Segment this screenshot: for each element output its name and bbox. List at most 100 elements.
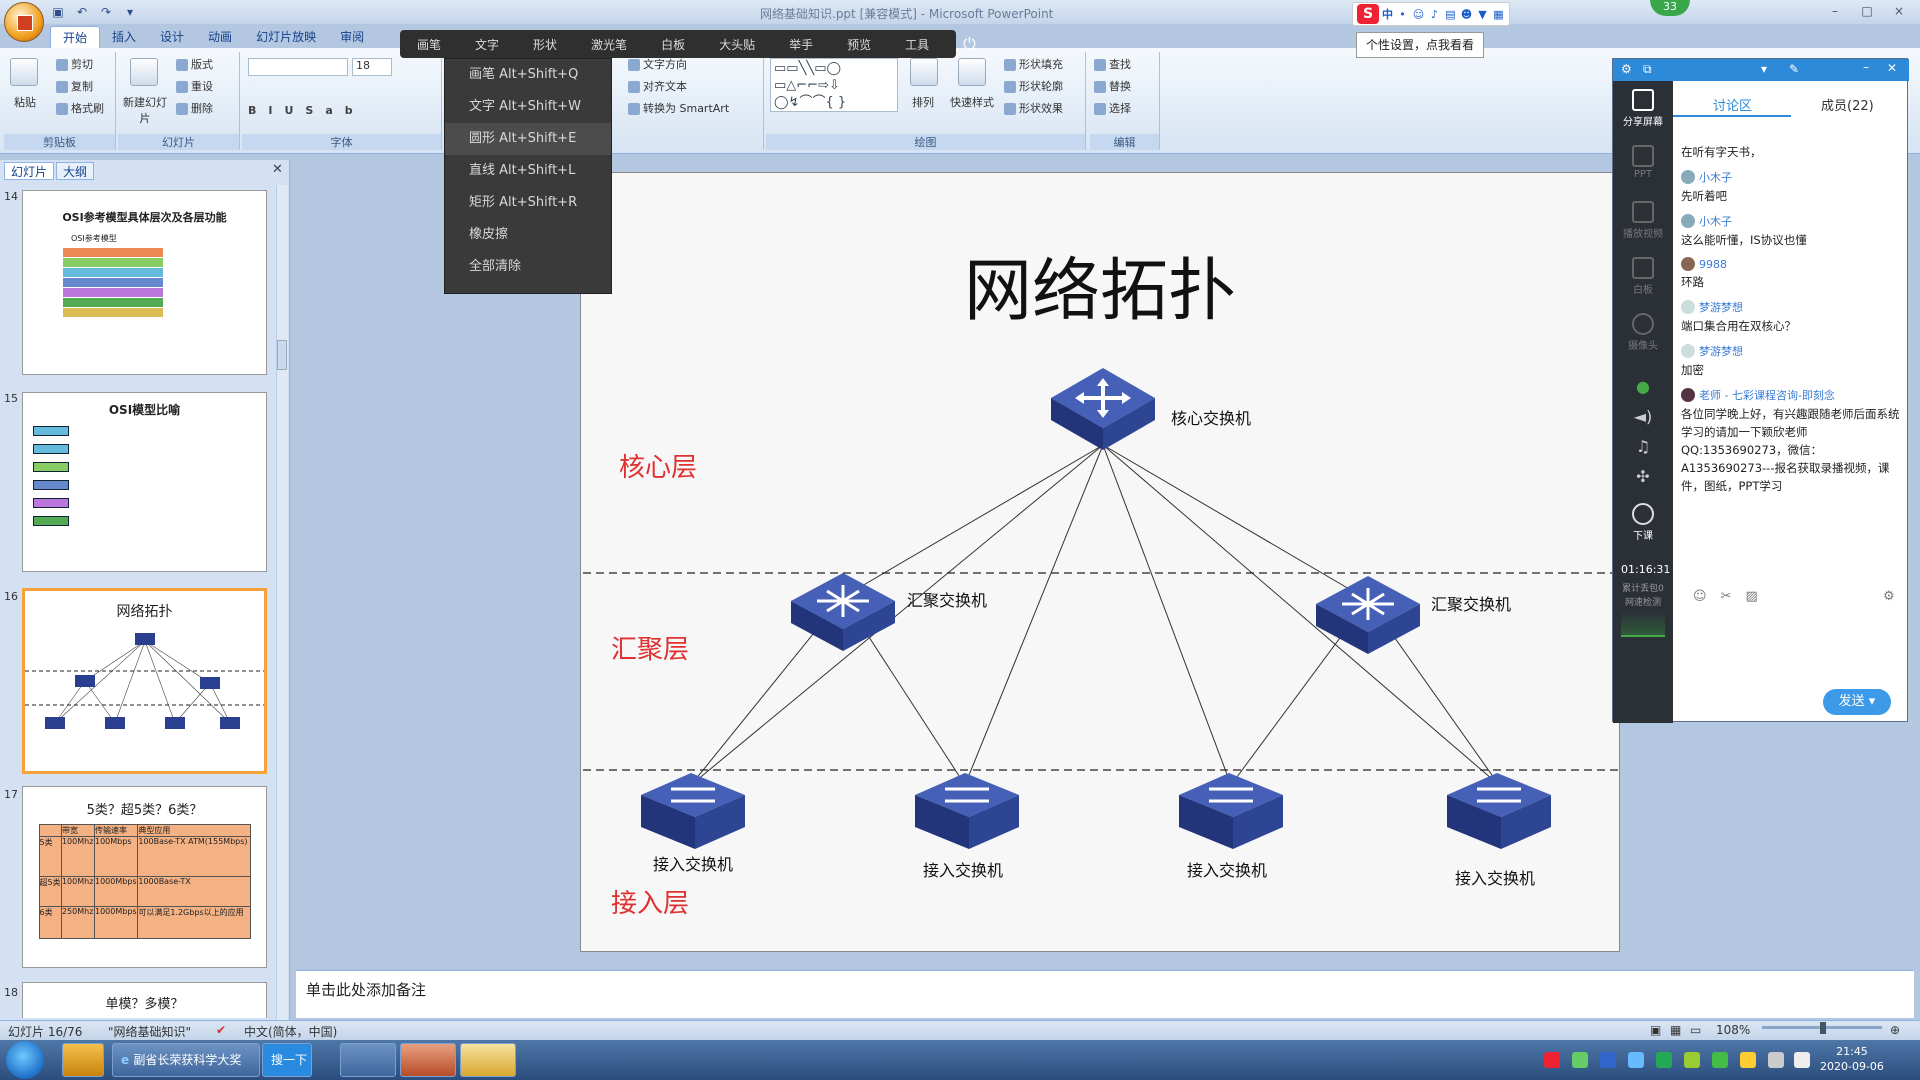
user-icon[interactable]: ☻ [1460,8,1473,21]
tray-icon[interactable] [1740,1052,1756,1068]
panel-pin-icon[interactable]: ✎ [1789,62,1799,76]
layer-label-access[interactable]: 接入层 [611,883,689,920]
spellcheck-icon[interactable]: ✔ [216,1023,226,1037]
mic-icon[interactable]: ● [1621,377,1665,396]
scissors-icon[interactable]: ✂ [1721,589,1732,604]
voice-icon[interactable]: ♪ [1428,8,1441,21]
smartart-button[interactable]: 转换为 SmartArt [628,100,729,116]
layer-label-core[interactable]: 核心层 [619,447,697,484]
sogou-tray-icon[interactable] [1544,1052,1560,1068]
slide-thumb-14[interactable]: OSI参考模型具体层次及各层功能 OSI参考模型 [22,190,267,375]
delete-button[interactable]: 删除 [176,100,213,116]
toolbox-icon[interactable]: ▦ [1492,8,1505,21]
tab-animations[interactable]: 动画 [196,26,244,48]
text-direction-button[interactable]: 文字方向 [628,56,687,72]
ann-text[interactable]: 文字 [458,36,516,53]
new-slide-icon[interactable] [130,58,158,86]
slideshow-view-icon[interactable]: ▭ [1690,1023,1701,1037]
ann-pen[interactable]: 画笔 [400,36,458,53]
save-icon[interactable]: ▣ [50,4,66,20]
punctuation-icon[interactable]: • [1396,8,1409,21]
panel-close-icon[interactable]: ✕ [1887,61,1897,75]
notes-placeholder[interactable]: 单击此处添加备注 [306,979,426,1000]
thumb-scrollbar[interactable] [276,185,288,1020]
thumb-scrollbar-thumb[interactable] [277,340,287,370]
paste-icon[interactable] [10,58,38,86]
chat-message-user[interactable]: 梦游梦想 [1681,343,1903,359]
chat-message-user[interactable]: 梦游梦想 [1681,299,1903,315]
tray-icon[interactable] [1600,1052,1616,1068]
sogou-logo-icon[interactable]: S [1357,4,1379,24]
chat-message-user[interactable]: 小木子 [1681,169,1903,185]
shape-outline-button[interactable]: 形状轮廓 [1004,78,1063,94]
core-switch-icon[interactable] [1051,368,1155,450]
access-switch-label[interactable]: 接入交换机 [923,857,1003,881]
ann-whiteboard[interactable]: 白板 [644,36,702,53]
layout-button[interactable]: 版式 [176,56,213,72]
slide-thumb-17[interactable]: 5类？超5类？6类？ 带宽 传输速率 典型应用 5类 100Mhz 100Mbps 100… [22,786,267,968]
customize-qat-icon[interactable]: ▾ [122,4,138,20]
ime-mode[interactable]: 中 [1382,8,1393,21]
select-button[interactable]: 选择 [1094,100,1131,116]
send-button[interactable]: 发送 ▾ [1823,689,1891,715]
aggregation-switch-label[interactable]: 汇聚交换机 [907,587,987,611]
align-text-button[interactable]: 对齐文本 [628,78,687,94]
tray-icon[interactable] [1656,1052,1672,1068]
ann-sticker[interactable]: 大头贴 [702,36,772,53]
aggregation-switch-label[interactable]: 汇聚交换机 [1431,591,1511,615]
tray-icon[interactable] [1712,1052,1728,1068]
format-painter-button[interactable]: 格式刷 [56,100,104,116]
menu-rect[interactable]: 矩形 Alt+Shift+R [445,187,611,219]
menu-clear-all[interactable]: 全部清除 [445,251,611,283]
font-name-input[interactable] [248,58,348,76]
menu-pen[interactable]: 画笔 Alt+Shift+Q [445,59,611,91]
quick-styles-button[interactable]: 快速样式 [950,94,994,110]
tray-icon[interactable] [1684,1052,1700,1068]
access-switch-label[interactable]: 接入交换机 [653,851,733,875]
aggregation-switch-icon[interactable] [791,573,895,651]
keyboard-icon[interactable]: ▤ [1444,8,1457,21]
ann-laser[interactable]: 激光笔 [574,36,644,53]
shapes-gallery[interactable]: ▭▭╲╲▭◯ ▭△⌐⌐⇨⇩ ◯↯⌒⌒{ } [770,58,898,112]
personalize-tooltip[interactable]: 个性设置，点我看看 [1356,32,1484,58]
emoji-icon[interactable]: ☺ [1693,589,1707,604]
minimize-button[interactable]: – [1820,2,1850,20]
notes-pane[interactable]: 单击此处添加备注 [296,970,1914,1018]
taskbar-powerpoint[interactable] [400,1043,456,1077]
access-switch-icon[interactable] [641,773,745,849]
fullscreen-icon[interactable]: ✣ [1621,467,1665,486]
taskbar-app-icon[interactable] [62,1043,104,1077]
access-switch-icon[interactable] [1179,773,1283,849]
ppt-button[interactable]: PPT [1621,145,1665,180]
taskbar-media-player[interactable] [340,1043,396,1077]
speaker-icon[interactable]: ◄) [1621,407,1665,426]
tray-icon[interactable] [1572,1052,1588,1068]
arrange-icon[interactable] [910,58,938,86]
panel-dropdown-icon[interactable]: ▾ [1761,62,1767,76]
ann-tools[interactable]: 工具 [888,36,946,53]
skin-icon[interactable]: ▼ [1476,8,1489,21]
taskbar-explorer[interactable] [460,1043,516,1077]
fit-window-icon[interactable]: ⊕ [1890,1023,1900,1037]
tab-design[interactable]: 设计 [148,26,196,48]
play-video-button[interactable]: 播放视频 [1621,201,1665,240]
ann-shape[interactable]: 形状 [516,36,574,53]
panel-settings-icon[interactable]: ⚙ [1621,62,1632,76]
network-check[interactable]: 网速检测 [1621,595,1665,608]
tab-slideshow[interactable]: 幻灯片放映 [244,26,328,48]
tab-slides[interactable]: 幻灯片 [4,162,55,180]
image-icon[interactable]: ▨ [1745,589,1757,604]
menu-text[interactable]: 文字 Alt+Shift+W [445,91,611,123]
copy-button[interactable]: 复制 [56,78,93,94]
slide-thumb-18[interactable]: 单模？多模？ [22,982,267,1018]
ann-preview[interactable]: 预览 [830,36,888,53]
font-format-buttons[interactable]: BIUSab [248,104,365,117]
redo-icon[interactable]: ↷ [98,4,114,20]
access-switch-icon[interactable] [915,773,1019,849]
network-tray-icon[interactable] [1794,1052,1810,1068]
arrange-button[interactable]: 排列 [912,94,934,110]
access-switch-icon[interactable] [1447,773,1551,849]
office-button[interactable] [4,2,44,42]
pane-close-icon[interactable]: ✕ [272,162,283,177]
ann-raise-hand[interactable]: 举手 [772,36,830,53]
